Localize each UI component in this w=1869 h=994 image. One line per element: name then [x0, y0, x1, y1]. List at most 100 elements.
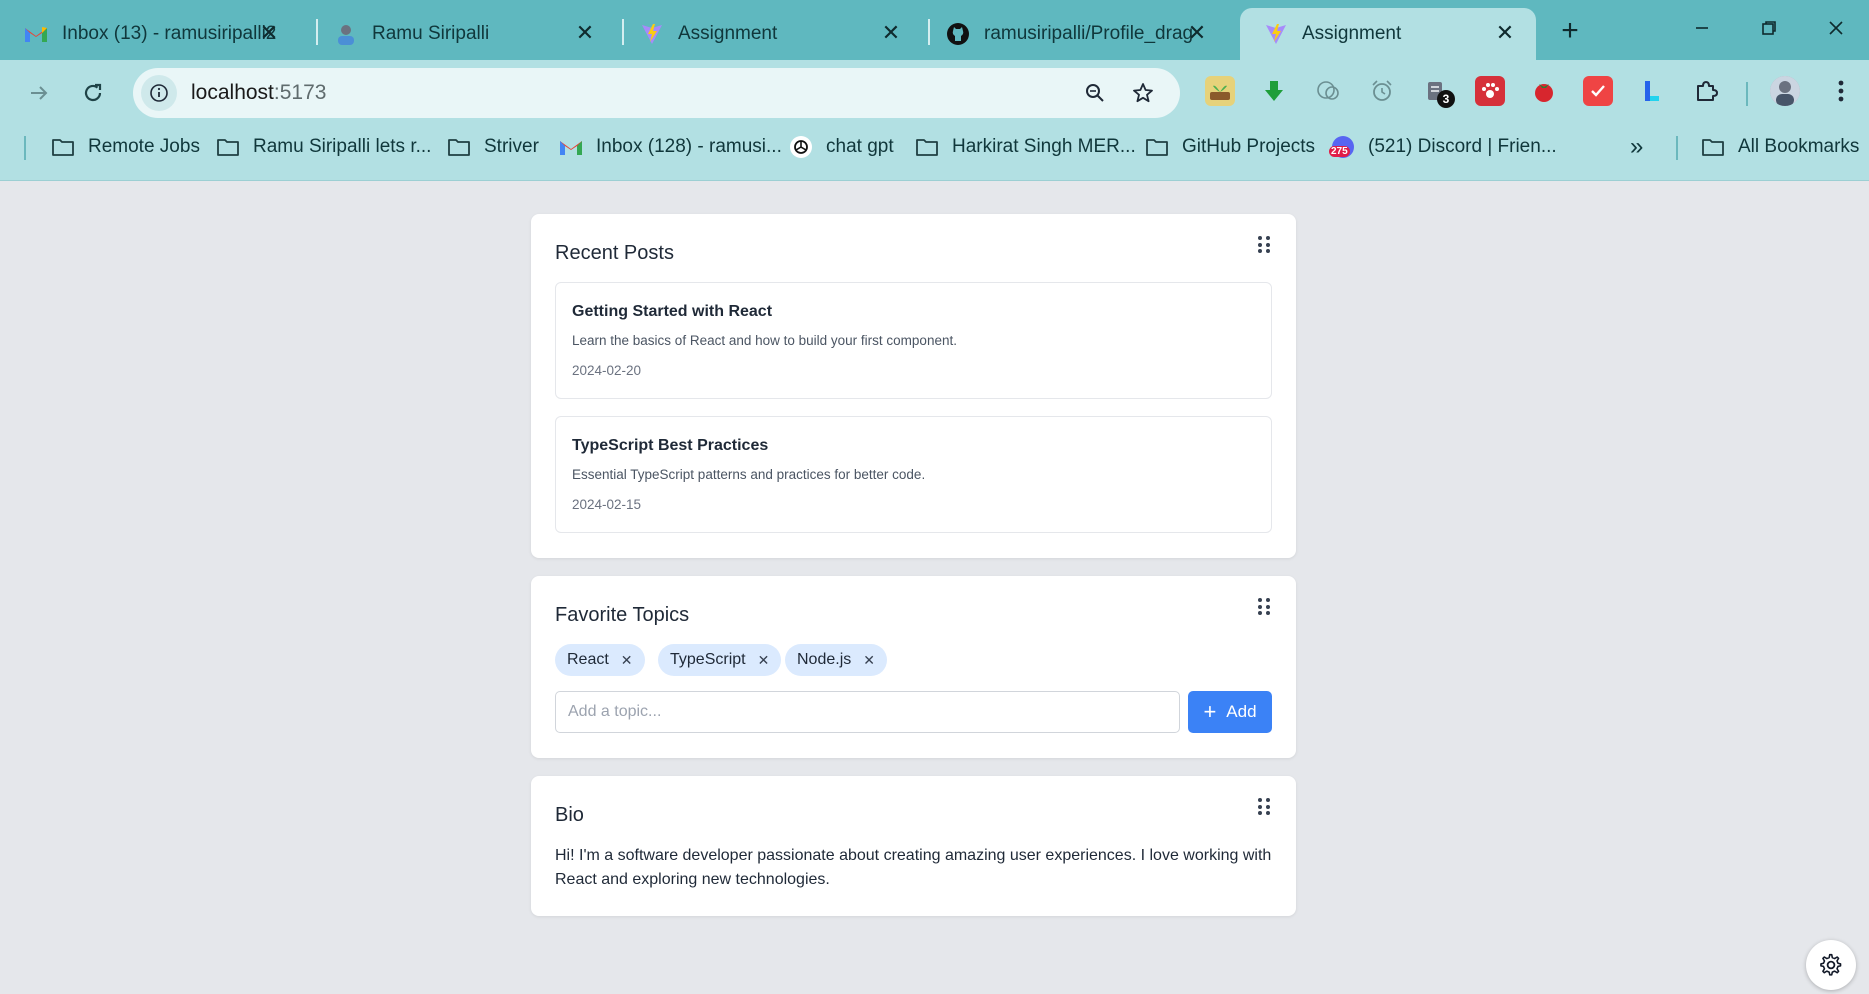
- tab-assignment[interactable]: Assignment ✕: [616, 8, 922, 60]
- remove-topic-button[interactable]: ✕: [621, 652, 633, 669]
- reload-icon: [84, 83, 102, 102]
- bookmark-label: (521) Discord | Frien...: [1368, 136, 1557, 157]
- card-title: Bio: [555, 804, 584, 826]
- checklist-extension-icon[interactable]: [1583, 76, 1613, 106]
- bookmark-label: GitHub Projects: [1182, 136, 1316, 157]
- bio-card[interactable]: Bio Hi! I'm a software developer passion…: [531, 776, 1296, 916]
- site-info-icon[interactable]: [141, 75, 177, 111]
- bookmarks-bar: Remote Jobs Ramu Siripalli lets r... Str…: [0, 126, 1869, 170]
- folder-icon: [215, 136, 241, 158]
- post-item[interactable]: Getting Started with React Learn the bas…: [555, 282, 1272, 399]
- add-topic-input[interactable]: [555, 691, 1180, 733]
- profile-avatar[interactable]: [1770, 76, 1800, 106]
- bookmark-gmail-inbox[interactable]: Inbox (128) - ramusi...: [558, 132, 782, 162]
- bookmark-label: Striver: [484, 136, 539, 157]
- forward-button[interactable]: [20, 74, 58, 112]
- post-description: Essential TypeScript patterns and practi…: [572, 467, 926, 482]
- drag-handle-icon[interactable]: [1258, 236, 1270, 254]
- tomato-extension-icon[interactable]: [1529, 76, 1559, 106]
- topic-label: React: [567, 651, 609, 668]
- bookmark-striver[interactable]: Striver: [446, 132, 539, 162]
- browser-toolbar: localhost:5173 3: [0, 60, 1869, 126]
- gear-icon: [1820, 953, 1842, 976]
- bookmark-ramu-siripalli[interactable]: Ramu Siripalli lets r...: [215, 132, 431, 162]
- post-date: 2024-02-20: [572, 363, 642, 378]
- tab-title: Assignment: [1302, 23, 1402, 44]
- close-icon: [1829, 21, 1843, 35]
- add-button-label: Add: [1226, 702, 1257, 721]
- discord-icon: 275: [1329, 136, 1356, 158]
- bookmarks-divider: [1676, 136, 1678, 160]
- github-icon: [946, 22, 970, 46]
- bookmark-chat-gpt[interactable]: chat gpt: [788, 132, 894, 162]
- remove-topic-button[interactable]: ✕: [863, 652, 875, 669]
- tab-close-button[interactable]: ✕: [572, 20, 598, 46]
- close-window-button[interactable]: [1806, 10, 1866, 46]
- tab-close-button[interactable]: ✕: [878, 20, 904, 46]
- bookmarks-divider: [24, 136, 26, 160]
- browser-menu-button[interactable]: [1826, 76, 1856, 106]
- reload-button[interactable]: [74, 74, 112, 112]
- tab-title: Inbox (13) - ramusiripalli2: [62, 23, 277, 44]
- topic-chip: TypeScript ✕: [658, 644, 782, 676]
- zoom-icon[interactable]: [1079, 77, 1111, 109]
- vite-icon: [1264, 22, 1288, 46]
- gmail-icon: [558, 136, 584, 158]
- puzzle-extensions-icon[interactable]: [1691, 76, 1721, 106]
- url-port: :5173: [273, 81, 327, 104]
- download-extension-icon[interactable]: [1259, 76, 1289, 106]
- all-bookmarks-button[interactable]: All Bookmarks: [1700, 132, 1859, 162]
- bookmark-label: Inbox (128) - ramusi...: [596, 136, 782, 157]
- linkedin-extension-icon[interactable]: [1637, 76, 1667, 106]
- post-title: TypeScript Best Practices: [572, 437, 769, 454]
- post-title: Getting Started with React: [572, 303, 773, 320]
- clipboard-extension-icon[interactable]: 3: [1421, 76, 1455, 108]
- arrow-right-icon: [31, 86, 48, 100]
- url-text: localhost:5173: [191, 81, 326, 105]
- plus-icon: +: [1203, 699, 1217, 724]
- plant-extension-icon[interactable]: [1205, 76, 1235, 106]
- folder-icon: [914, 136, 940, 158]
- folder-icon: [446, 136, 472, 158]
- tab-close-button[interactable]: ✕: [1184, 20, 1210, 46]
- bookmark-star-icon[interactable]: [1127, 77, 1159, 109]
- restore-button[interactable]: [1739, 10, 1799, 46]
- toolbar-divider: [1746, 82, 1748, 106]
- favorite-topics-card[interactable]: Favorite Topics React ✕ TypeScript ✕ Nod…: [531, 576, 1296, 758]
- remove-topic-button[interactable]: ✕: [758, 652, 770, 669]
- drag-handle-icon[interactable]: [1258, 798, 1270, 816]
- tab-assignment-active[interactable]: Assignment ✕: [1240, 8, 1536, 60]
- bookmark-remote-jobs[interactable]: Remote Jobs: [50, 132, 200, 162]
- tab-title: Ramu Siripalli: [372, 23, 490, 44]
- alarm-extension-icon[interactable]: [1367, 76, 1397, 106]
- post-item[interactable]: TypeScript Best Practices Essential Type…: [555, 416, 1272, 533]
- paw-extension-icon[interactable]: [1475, 76, 1505, 106]
- tab-gmail-inbox[interactable]: Inbox (13) - ramusiripalli2 ✕: [0, 8, 300, 60]
- topic-label: Node.js: [797, 651, 852, 668]
- bookmark-label: Harkirat Singh MER...: [952, 136, 1136, 157]
- chat-extension-icon[interactable]: [1313, 76, 1343, 106]
- address-bar[interactable]: localhost:5173: [133, 68, 1180, 118]
- folder-icon: [50, 136, 76, 158]
- avatar-icon: [1770, 76, 1800, 106]
- tab-close-button[interactable]: ✕: [1492, 20, 1518, 46]
- topic-chip: Node.js ✕: [785, 644, 887, 676]
- tab-close-button[interactable]: ✕: [256, 20, 282, 46]
- settings-button[interactable]: [1806, 940, 1856, 990]
- bookmark-github-projects[interactable]: GitHub Projects: [1144, 132, 1315, 162]
- tab-github[interactable]: ramusiripalli/Profile_drag ✕: [922, 8, 1228, 60]
- topic-label: TypeScript: [670, 651, 746, 668]
- minimize-button[interactable]: [1672, 10, 1732, 46]
- bookmark-harkirat-singh[interactable]: Harkirat Singh MER...: [914, 132, 1136, 162]
- new-tab-button[interactable]: +: [1552, 14, 1588, 48]
- browser-chrome: Inbox (13) - ramusiripalli2 ✕ Ramu Sirip…: [0, 0, 1869, 181]
- recent-posts-card[interactable]: Recent Posts Getting Started with React …: [531, 214, 1296, 558]
- add-topic-button[interactable]: + Add: [1188, 691, 1272, 733]
- bookmark-discord[interactable]: 275 (521) Discord | Frien...: [1329, 132, 1557, 162]
- drag-handle-icon[interactable]: [1258, 598, 1270, 616]
- more-bookmarks-button[interactable]: »: [1630, 132, 1643, 162]
- tab-profile[interactable]: Ramu Siripalli ✕: [310, 8, 616, 60]
- bio-text: Hi! I'm a software developer passionate …: [555, 847, 1272, 888]
- post-description: Learn the basics of React and how to bui…: [572, 333, 957, 348]
- restore-icon: [1762, 21, 1776, 35]
